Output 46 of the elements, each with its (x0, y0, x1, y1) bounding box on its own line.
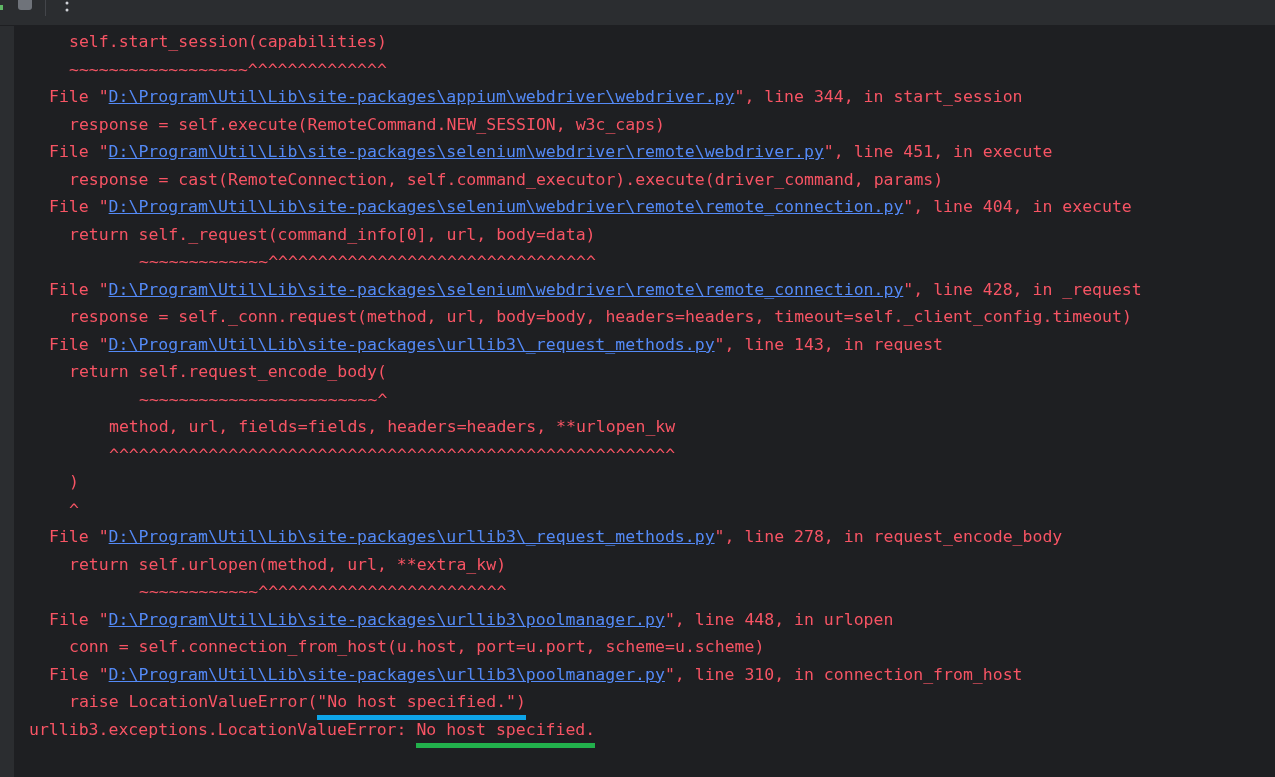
traceback-text: File " (49, 609, 109, 629)
traceback-text: ~~~~~~~~~~~~~~~~~~^^^^^^^^^^^^^^ (69, 59, 387, 79)
file-path-link[interactable]: D:\Program\Util\Lib\site-packages\appium\webdriver\webdriver.py (108, 87, 735, 107)
traceback-text: File " (49, 334, 109, 354)
traceback-text: return self.request_encode_body( (69, 362, 387, 382)
traceback-text: ", line 448, in urlopen (664, 609, 894, 629)
file-path-link[interactable]: D:\Program\Util\Lib\site-packages\selenium\webdriver\remote\webdriver.py (108, 142, 824, 162)
traceback-text: ", line 404, in execute (903, 197, 1132, 217)
traceback-text: ~~~~~~~~~~~~~~~~~~~~~~~~^ (139, 389, 388, 409)
traceback-text: ^^^^^^^^^^^^^^^^^^^^^^^^^^^^^^^^^^^^^^^^^^^^^^^^^^^^^^^^^ (109, 444, 676, 464)
traceback-text: ", line 278, in request_encode_body (714, 527, 1063, 547)
traceback-text: ", line 310, in connection_from_host (664, 664, 1023, 684)
file-path-link[interactable]: D:\Program\Util\Lib\site-packages\urllib3\poolmanager.py (108, 664, 665, 684)
traceback-text: ", line 344, in start_session (734, 87, 1023, 107)
traceback-text: ", line 428, in _request (903, 279, 1142, 299)
file-path-link[interactable]: D:\Program\Util\Lib\site-packages\urllib3\poolmanager.py (108, 609, 665, 629)
traceback-text: conn = self.connection_from_host(u.host, port=u.port, scheme=u.scheme) (69, 637, 765, 657)
more-options-icon[interactable] (65, 1, 69, 13)
error-message: "No host specified.") (317, 692, 526, 712)
traceback-text: File " (49, 87, 109, 107)
run-indicator-icon (0, 5, 3, 10)
traceback-text: response = self._conn.request(method, url, body=body, headers=headers, timeout=self._client_config.timeout) (69, 307, 1132, 327)
traceback-text: response = cast(RemoteConnection, self.command_executor).execute(driver_command, params) (69, 169, 944, 189)
traceback-text: return self.urlopen(method, url, **extra_kw) (69, 554, 507, 574)
traceback-text: response = self.execute(RemoteCommand.NEW_SESSION, w3c_caps) (69, 114, 666, 134)
file-path-link[interactable]: D:\Program\Util\Lib\site-packages\urllib3\_request_methods.py (108, 527, 715, 547)
traceback-text: File " (49, 527, 109, 547)
traceback-text: urllib3.exceptions.LocationValueError: (29, 719, 408, 739)
traceback-text: File " (49, 142, 109, 162)
traceback-text: self.start_session(capabilities) (69, 32, 387, 52)
traceback-text: ", line 143, in request (714, 334, 944, 354)
file-path-link[interactable]: D:\Program\Util\Lib\site-packages\urllib3\_request_methods.py (108, 334, 715, 354)
file-path-link[interactable]: D:\Program\Util\Lib\site-packages\selenium\webdriver\remote\remote_connection.py (108, 279, 904, 299)
traceback-text: method, url, fields=fields, headers=headers, **urlopen_kw (109, 417, 676, 437)
traceback-text: ~~~~~~~~~~~~^^^^^^^^^^^^^^^^^^^^^^^^^ (139, 582, 507, 602)
traceback-text: File " (49, 197, 109, 217)
traceback-text: ~~~~~~~~~~~~~^^^^^^^^^^^^^^^^^^^^^^^^^^^^^^^^^ (139, 252, 596, 272)
traceback-text: raise LocationValueError( (69, 692, 318, 712)
traceback-text: File " (49, 664, 109, 684)
traceback-text: File " (49, 279, 109, 299)
traceback-text: ", line 451, in execute (823, 142, 1053, 162)
traceback-text: ^ (69, 499, 79, 519)
traceback-text: return self._request(command_info[0], url, body=data) (69, 224, 596, 244)
traceback-text: ) (69, 472, 79, 492)
file-path-link[interactable]: D:\Program\Util\Lib\site-packages\selenium\webdriver\remote\remote_connection.py (108, 197, 904, 217)
error-message: No host specified. (416, 719, 596, 739)
